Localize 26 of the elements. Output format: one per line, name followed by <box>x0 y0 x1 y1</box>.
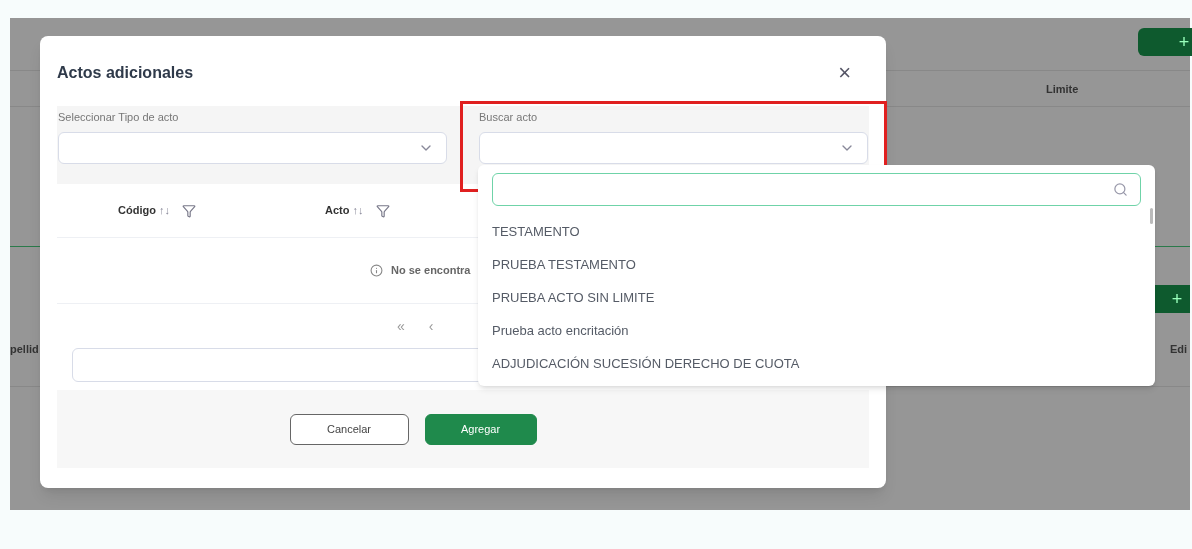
column-header: Limite <box>1046 82 1079 97</box>
dropdown-option[interactable]: Prueba acto encritación <box>492 314 629 347</box>
dropdown-option[interactable]: PRUEBA ACTO SIN LIMITE <box>492 281 655 314</box>
modal-title: Actos adicionales <box>57 63 194 83</box>
add-button[interactable]: Agregar <box>424 413 537 445</box>
filter-icon[interactable] <box>181 203 196 218</box>
column-header: pellid <box>10 342 39 357</box>
cancel-button[interactable]: Cancelar <box>289 413 409 445</box>
column-header[interactable]: Acto ↑↓ <box>325 202 364 219</box>
dropdown-option[interactable]: ADJUDICACIÓN SUCESIÓN DERECHO DE CUOTA <box>492 347 800 380</box>
close-button[interactable]: × <box>838 62 851 84</box>
empty-message: No se encontra <box>391 263 471 279</box>
search-icon <box>1113 182 1128 197</box>
select-field[interactable] <box>58 131 447 164</box>
column-header: Edi <box>1170 342 1188 357</box>
add-button[interactable]: + <box>1138 28 1192 56</box>
select-field[interactable] <box>479 131 868 164</box>
search-field[interactable] <box>492 173 1141 206</box>
column-header[interactable]: Código ↑↓ <box>118 202 170 219</box>
scrollbar-thumb[interactable] <box>1150 208 1153 224</box>
field-label: Seleccionar Tipo de acto <box>58 110 180 125</box>
field-label: Buscar acto <box>479 110 539 125</box>
dropdown-option[interactable]: TESTAMENTO <box>492 215 580 248</box>
dropdown-option[interactable]: PRUEBA TESTAMENTO <box>492 248 636 281</box>
filter-icon[interactable] <box>375 203 390 218</box>
info-icon <box>370 264 383 277</box>
